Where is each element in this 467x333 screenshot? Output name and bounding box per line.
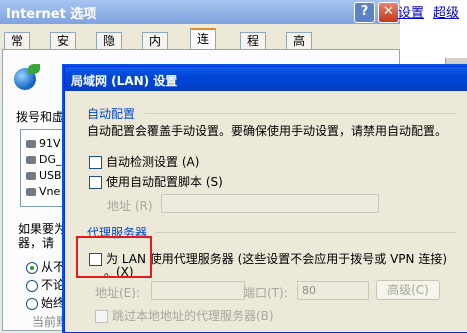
- group-divider: [145, 113, 457, 114]
- group-divider: [155, 232, 457, 233]
- list-item[interactable]: USB: [26, 169, 62, 182]
- proxy-address-label: 地址(E):: [95, 286, 140, 300]
- title-bar[interactable]: Internet 选项 ? ✕: [0, 0, 400, 24]
- radio-always[interactable]: 始终: [26, 294, 65, 311]
- radio-button[interactable]: [26, 297, 38, 310]
- advanced-button[interactable]: 高级(C): [376, 280, 440, 300]
- list-item[interactable]: DG_: [26, 153, 62, 166]
- script-address-input[interactable]: [161, 194, 379, 213]
- dialog-title-bar[interactable]: 局域网 (LAN) 设置: [65, 67, 467, 91]
- auto-config-heading: 自动配置: [87, 107, 136, 121]
- tab-content[interactable]: 内容: [142, 32, 169, 65]
- settings-link[interactable]: 设置: [398, 2, 424, 21]
- use-script-option[interactable]: 使用自动配置脚本 (S): [89, 173, 223, 190]
- auto-detect-checkbox[interactable]: [89, 156, 102, 169]
- radio-whenever[interactable]: 不论: [26, 276, 65, 293]
- highlight-box: [76, 236, 152, 278]
- use-script-checkbox[interactable]: [89, 176, 102, 189]
- proxy-port-label: 端口(T):: [243, 286, 288, 300]
- tab-security[interactable]: 安全: [50, 32, 77, 65]
- current-default-label: 当前默: [32, 315, 69, 329]
- modem-icon: [26, 188, 36, 196]
- connection-list[interactable]: 91V DG_ USB Vne: [20, 129, 68, 207]
- tab-advanced[interactable]: 高级: [286, 32, 313, 65]
- radio-button[interactable]: [26, 279, 38, 292]
- bypass-local-checkbox[interactable]: [95, 310, 108, 323]
- list-item[interactable]: Vne: [26, 185, 60, 198]
- tab-general[interactable]: 常规: [4, 32, 31, 65]
- leaf-icon: [28, 64, 40, 74]
- super-link[interactable]: 超级: [433, 2, 459, 21]
- proxy-port-input[interactable]: 80: [297, 281, 369, 300]
- radio-never[interactable]: 从不: [26, 258, 65, 275]
- radio-button[interactable]: [26, 261, 38, 274]
- auto-detect-option[interactable]: 自动检测设置 (A): [89, 153, 199, 170]
- modem-icon: [26, 172, 36, 180]
- window-title: Internet 选项: [6, 7, 97, 22]
- proxy-address-input[interactable]: [151, 281, 245, 300]
- modem-icon: [26, 140, 36, 148]
- dialog-title: 局域网 (LAN) 设置: [71, 74, 178, 88]
- bypass-local-option[interactable]: 跳过本地地址的代理服务器(B): [95, 307, 274, 324]
- dialup-label: 拨号和虚: [16, 110, 65, 124]
- script-address-label: 地址 (R): [107, 199, 153, 213]
- help-button[interactable]: ?: [354, 2, 375, 23]
- tab-connections[interactable]: 连接: [190, 28, 217, 65]
- list-item[interactable]: 91V: [26, 137, 61, 150]
- proxy-hint: 如果要为 器，请: [18, 222, 67, 250]
- tab-privacy[interactable]: 隐私: [96, 32, 123, 65]
- modem-icon: [26, 156, 36, 164]
- auto-config-description: 自动配置会覆盖手动设置。要确保使用手动设置，请禁用自动配置。: [87, 124, 448, 138]
- tab-programs[interactable]: 程序: [240, 32, 267, 65]
- close-button[interactable]: ✕: [378, 2, 399, 23]
